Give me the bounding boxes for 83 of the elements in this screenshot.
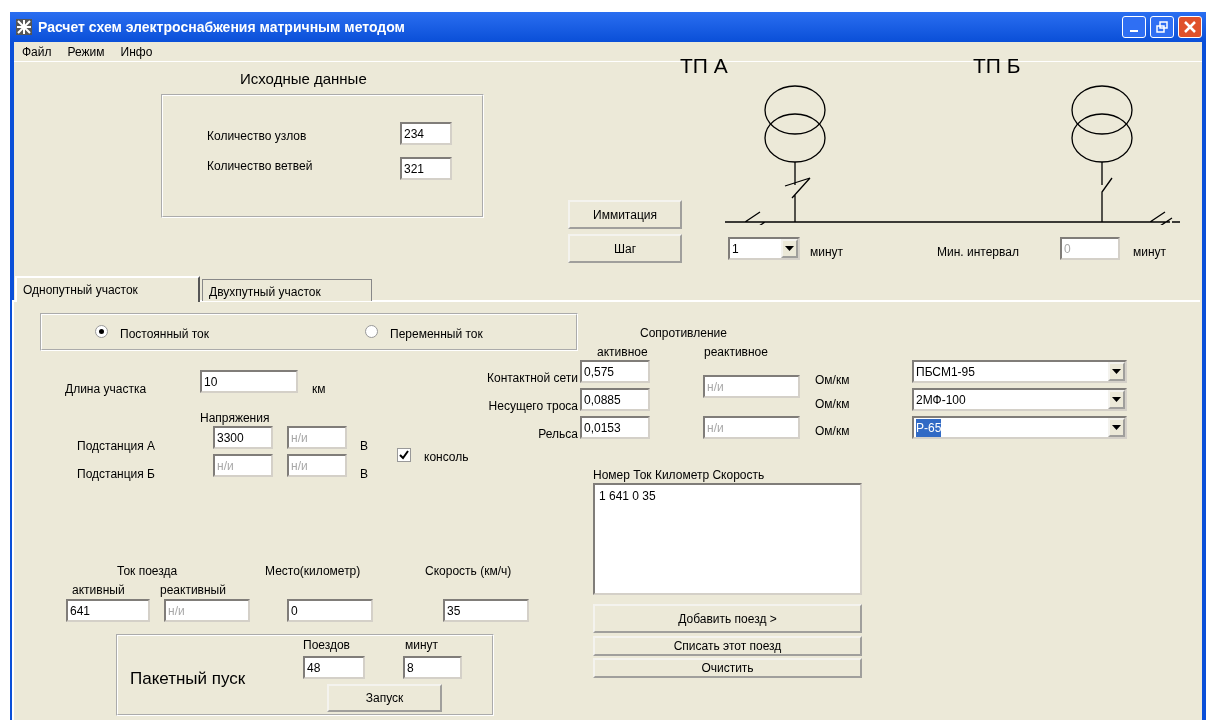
column-header: активное — [597, 344, 648, 361]
field-label: Рельса — [537, 426, 578, 443]
field-label: Количество узлов — [207, 128, 307, 145]
checkbox-label: консоль — [424, 449, 469, 466]
radio-button[interactable] — [95, 325, 108, 338]
caret-icon — [1112, 369, 1121, 374]
menu-item[interactable]: Режим — [67, 42, 105, 61]
dropdown[interactable]: 2МФ-100 — [912, 388, 1127, 411]
section-title: Исходные данные — [240, 69, 367, 89]
radio-label: Переменный ток — [390, 326, 483, 343]
input-field[interactable]: 3300 — [213, 426, 273, 449]
dropdown-arrow-button[interactable] — [1108, 418, 1125, 437]
column-header: Поездов — [303, 638, 350, 652]
menu-item[interactable]: Инфо — [120, 42, 153, 61]
column-header: Напряжения — [200, 410, 270, 427]
dropdown[interactable]: ПБСМ1-95 — [912, 360, 1127, 383]
minimize-icon — [1130, 30, 1138, 32]
column-header: активный — [72, 582, 125, 599]
input-field[interactable]: 0,575 — [580, 360, 650, 383]
field-label: Подстанция Б — [77, 466, 155, 483]
field-label: Количество ветвей — [207, 158, 313, 175]
tab[interactable]: Однопутный участок — [15, 276, 200, 302]
list-item[interactable]: 1 641 0 35 — [599, 487, 856, 505]
column-header: Место(километр) — [265, 563, 361, 580]
caret-icon — [785, 246, 794, 251]
dropdown[interactable]: 1 — [728, 237, 800, 260]
input-field[interactable]: 8 — [403, 656, 462, 679]
input-field[interactable]: 10 — [200, 370, 298, 393]
unit-label: В — [360, 466, 368, 483]
column-header: Скорость (км/ч) — [425, 563, 512, 580]
input-field[interactable]: 234 — [400, 122, 452, 145]
caret-icon — [1112, 425, 1121, 430]
field-label: Мин. интервал — [937, 244, 1019, 261]
close-button[interactable] — [1178, 16, 1202, 38]
input-field[interactable]: 641 — [66, 599, 150, 622]
radio-label: Постоянный ток — [120, 326, 210, 343]
unit-label: минут — [810, 244, 844, 261]
input-field[interactable]: 0,0153 — [580, 416, 650, 439]
caret-icon — [1112, 397, 1121, 402]
window-title: Расчет схем электроснабжения матричным методом — [38, 17, 405, 37]
tab[interactable]: Двухпутный участок — [202, 279, 372, 301]
unit-label: минут — [1133, 244, 1167, 261]
input-field[interactable]: 321 — [400, 157, 452, 180]
column-header: Ток поезда — [117, 563, 178, 580]
menu-item[interactable]: Файл — [22, 42, 52, 61]
field-label: Несущего троса — [487, 398, 578, 415]
dropdown-arrow-button[interactable] — [1108, 390, 1125, 409]
dropdown-arrow-button[interactable] — [1108, 362, 1125, 381]
column-header: реактивное — [704, 344, 768, 361]
button[interactable]: Запуск — [327, 684, 442, 712]
group-label: Пакетный пуск — [130, 668, 246, 690]
field-label: Подстанция А — [77, 438, 156, 455]
input-field[interactable]: 48 — [303, 656, 365, 679]
close-icon — [1184, 21, 1196, 33]
dropdown-arrow-button[interactable] — [781, 239, 798, 258]
input-field[interactable]: 0 — [287, 599, 373, 622]
button[interactable]: Добавить поезд > — [593, 604, 862, 633]
radio-button[interactable] — [365, 325, 378, 338]
unit-label: км — [312, 381, 326, 398]
column-header: реактивный — [160, 582, 226, 599]
restore-button[interactable] — [1150, 16, 1174, 38]
minimize-button[interactable] — [1122, 16, 1146, 38]
substation-label: ТП А — [680, 53, 728, 79]
button[interactable]: Списать этот поезд — [593, 636, 862, 656]
button[interactable]: Шаг — [568, 234, 682, 263]
checkbox[interactable] — [397, 448, 411, 462]
unit-label: Ом/км — [815, 423, 850, 440]
unit-label: В — [360, 438, 368, 455]
column-header: Сопротивление — [640, 325, 727, 342]
input-field[interactable]: 35 — [443, 599, 529, 622]
substation-label: ТП Б — [973, 53, 1021, 79]
field-label: Длина участка — [65, 381, 147, 398]
button[interactable]: Очистить — [593, 658, 862, 678]
unit-label: Ом/км — [815, 396, 850, 413]
dropdown[interactable]: Р-65 — [912, 416, 1127, 439]
app-icon — [16, 19, 32, 35]
column-header: минут — [405, 638, 439, 652]
list-header: Номер Ток Километр Скорость — [593, 467, 765, 484]
button[interactable]: Иммитация — [568, 200, 682, 229]
unit-label: Ом/км — [815, 372, 850, 389]
field-label: Контактной сети — [485, 370, 578, 387]
restore-icon — [1156, 21, 1168, 33]
input-field[interactable]: 0,0885 — [580, 388, 650, 411]
